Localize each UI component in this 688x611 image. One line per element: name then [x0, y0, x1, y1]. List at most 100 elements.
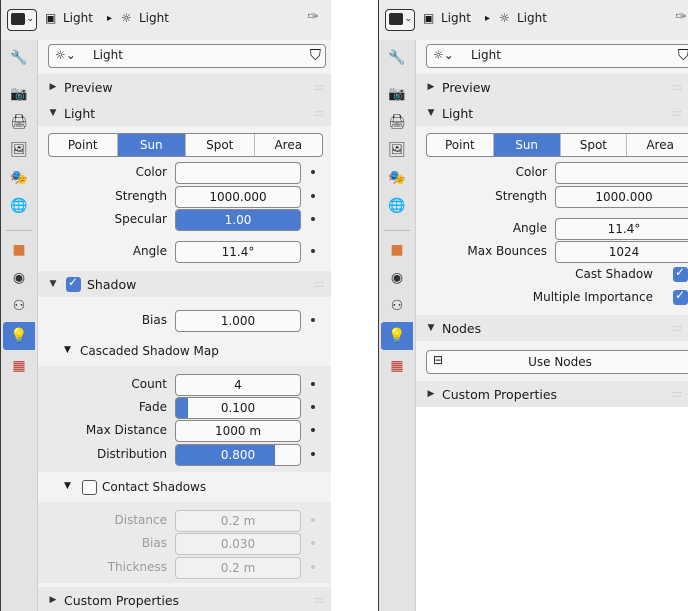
nodes-section-header[interactable]: ▼ Nodes :::: [416, 315, 688, 341]
keyframe-dot[interactable] [311, 518, 315, 522]
strength-label: Strength [115, 189, 167, 203]
texture-tab-icon[interactable]: ▦ [381, 352, 413, 380]
drag-grip-icon[interactable]: :::: [672, 108, 683, 119]
object-tab-icon[interactable]: ■ [3, 236, 35, 264]
light-type-sun[interactable]: Sun [117, 134, 186, 156]
preview-section-header[interactable]: ▶ Preview :::: [416, 74, 688, 100]
drag-grip-icon[interactable]: :::: [672, 389, 683, 400]
output-tab-icon[interactable]: 🖨 [3, 108, 35, 136]
light-title: Light [64, 105, 96, 121]
physics-tab-icon[interactable]: ◉ [381, 264, 413, 292]
light-data-tab-icon[interactable]: 💡 [381, 322, 413, 350]
angle-field[interactable]: 11.4° [175, 241, 301, 263]
drag-grip-icon[interactable]: :::: [314, 82, 325, 93]
light-datablock-selector[interactable]: ☼⌄ Light ⛉ [48, 44, 326, 68]
multiple-importance-checkbox[interactable] [673, 288, 688, 305]
object-tab-icon[interactable]: ■ [381, 236, 413, 264]
strength-field[interactable]: 1000.000 [175, 186, 301, 208]
angle-value: 11.4° [221, 245, 255, 259]
use-nodes-button[interactable]: ⊟ Use Nodes [426, 350, 688, 374]
light-type-spot[interactable]: Spot [186, 134, 255, 156]
custom-properties-header[interactable]: ▶ Custom Properties :::: [38, 587, 331, 611]
light-type-point[interactable]: Point [427, 134, 494, 156]
sun-icon: ☼⌄ [55, 48, 76, 62]
drag-grip-icon[interactable]: :::: [672, 323, 683, 334]
scene-tab-icon[interactable]: 🎭 [3, 164, 35, 192]
fake-user-shield-icon[interactable]: ⛉ [310, 46, 321, 64]
view-layer-tab-icon[interactable]: 🖼 [3, 136, 35, 164]
expanded-triangle-icon: ▼ [427, 108, 435, 118]
keyframe-dot[interactable] [311, 217, 315, 221]
contact-title: Contact Shadows [102, 480, 207, 494]
keyframe-dot[interactable] [311, 565, 315, 569]
header-bar: ⌄ ▣ Light ▸ ☼ Light ✑ [1, 0, 331, 41]
color-field[interactable] [175, 162, 301, 184]
keyframe-dot[interactable] [311, 452, 315, 456]
expanded-triangle-icon: ▼ [427, 323, 435, 333]
cascaded-subpanel-header[interactable]: ▼ Cascaded Shadow Map [38, 341, 331, 363]
strength-field[interactable]: 1000.000 [555, 186, 688, 208]
preview-section-header[interactable]: ▶ Preview :::: [38, 74, 331, 100]
world-tab-icon[interactable]: 🌐 [381, 192, 413, 220]
editor-type-button[interactable]: ⌄ [7, 9, 37, 31]
drag-grip-icon[interactable]: :::: [314, 595, 325, 606]
keyframe-dot[interactable] [311, 382, 315, 386]
light-type-area[interactable]: Area [255, 134, 323, 156]
properties-content: ☼⌄ Light ⛉ ▶ Preview :::: ▼ Light :::: P… [416, 40, 688, 611]
constraints-tab-icon[interactable]: ⚇ [3, 292, 35, 320]
world-tab-icon[interactable]: 🌐 [3, 192, 35, 220]
distribution-slider[interactable]: 0.800 [175, 444, 301, 466]
specular-slider[interactable]: 1.00 [175, 209, 301, 231]
light-type-area[interactable]: Area [627, 134, 688, 156]
keyframe-dot[interactable] [311, 541, 315, 545]
max-distance-label: Max Distance [85, 423, 167, 437]
collapsed-triangle-icon: ▶ [49, 82, 57, 92]
cast-shadow-checkbox[interactable] [673, 265, 688, 282]
shadow-checkbox[interactable] [66, 275, 81, 292]
max-bounces-field[interactable]: 1024 [555, 241, 688, 263]
constraints-tab-icon[interactable]: ⚇ [381, 292, 413, 320]
pin-icon[interactable]: ✑ [675, 9, 687, 25]
distance-field[interactable]: 0.2 m [175, 510, 301, 532]
light-type-point[interactable]: Point [49, 134, 118, 156]
output-tab-icon[interactable]: 🖨 [381, 108, 413, 136]
light-type-spot[interactable]: Spot [561, 134, 628, 156]
render-tab-icon[interactable]: 📷 [381, 80, 413, 108]
keyframe-dot[interactable] [311, 170, 315, 174]
texture-tab-icon[interactable]: ▦ [3, 352, 35, 380]
tool-tab-icon[interactable]: 🔧 [381, 44, 413, 72]
keyframe-dot[interactable] [311, 318, 315, 322]
contact-shadows-checkbox[interactable] [82, 480, 97, 495]
tool-tab-icon[interactable]: 🔧 [3, 44, 35, 72]
shadow-section-header[interactable]: ▼ Shadow :::: [38, 271, 331, 297]
drag-grip-icon[interactable]: :::: [672, 82, 683, 93]
keyframe-dot[interactable] [311, 194, 315, 198]
color-field[interactable] [555, 162, 688, 184]
pin-icon[interactable]: ✑ [307, 9, 319, 25]
physics-tab-icon[interactable]: ◉ [3, 264, 35, 292]
custom-properties-header[interactable]: ▶ Custom Properties :::: [416, 381, 688, 407]
scene-tab-icon[interactable]: 🎭 [381, 164, 413, 192]
fade-slider[interactable]: 0.100 [175, 397, 301, 419]
contact-subpanel-header[interactable]: ▼ Contact Shadows [38, 477, 331, 499]
light-datablock-selector[interactable]: ☼⌄ Light ⛉ [426, 44, 688, 68]
light-section-header[interactable]: ▼ Light :::: [38, 100, 331, 126]
bias-field[interactable]: 1.000 [175, 310, 301, 332]
contact-bias-field[interactable]: 0.030 [175, 533, 301, 555]
drag-grip-icon[interactable]: :::: [314, 279, 325, 290]
view-layer-tab-icon[interactable]: 🖼 [381, 136, 413, 164]
count-field[interactable]: 4 [175, 374, 301, 396]
render-tab-icon[interactable]: 📷 [3, 80, 35, 108]
keyframe-dot[interactable] [311, 405, 315, 409]
keyframe-dot[interactable] [311, 428, 315, 432]
keyframe-dot[interactable] [311, 249, 315, 253]
fake-user-shield-icon[interactable]: ⛉ [678, 46, 688, 64]
light-section-header[interactable]: ▼ Light :::: [416, 100, 688, 126]
light-type-sun[interactable]: Sun [493, 134, 561, 156]
light-data-tab-icon[interactable]: 💡 [3, 322, 35, 350]
angle-field[interactable]: 11.4° [555, 218, 688, 240]
editor-type-button[interactable]: ⌄ [385, 9, 415, 31]
max-distance-field[interactable]: 1000 m [175, 420, 301, 442]
drag-grip-icon[interactable]: :::: [314, 108, 325, 119]
thickness-field[interactable]: 0.2 m [175, 557, 301, 579]
